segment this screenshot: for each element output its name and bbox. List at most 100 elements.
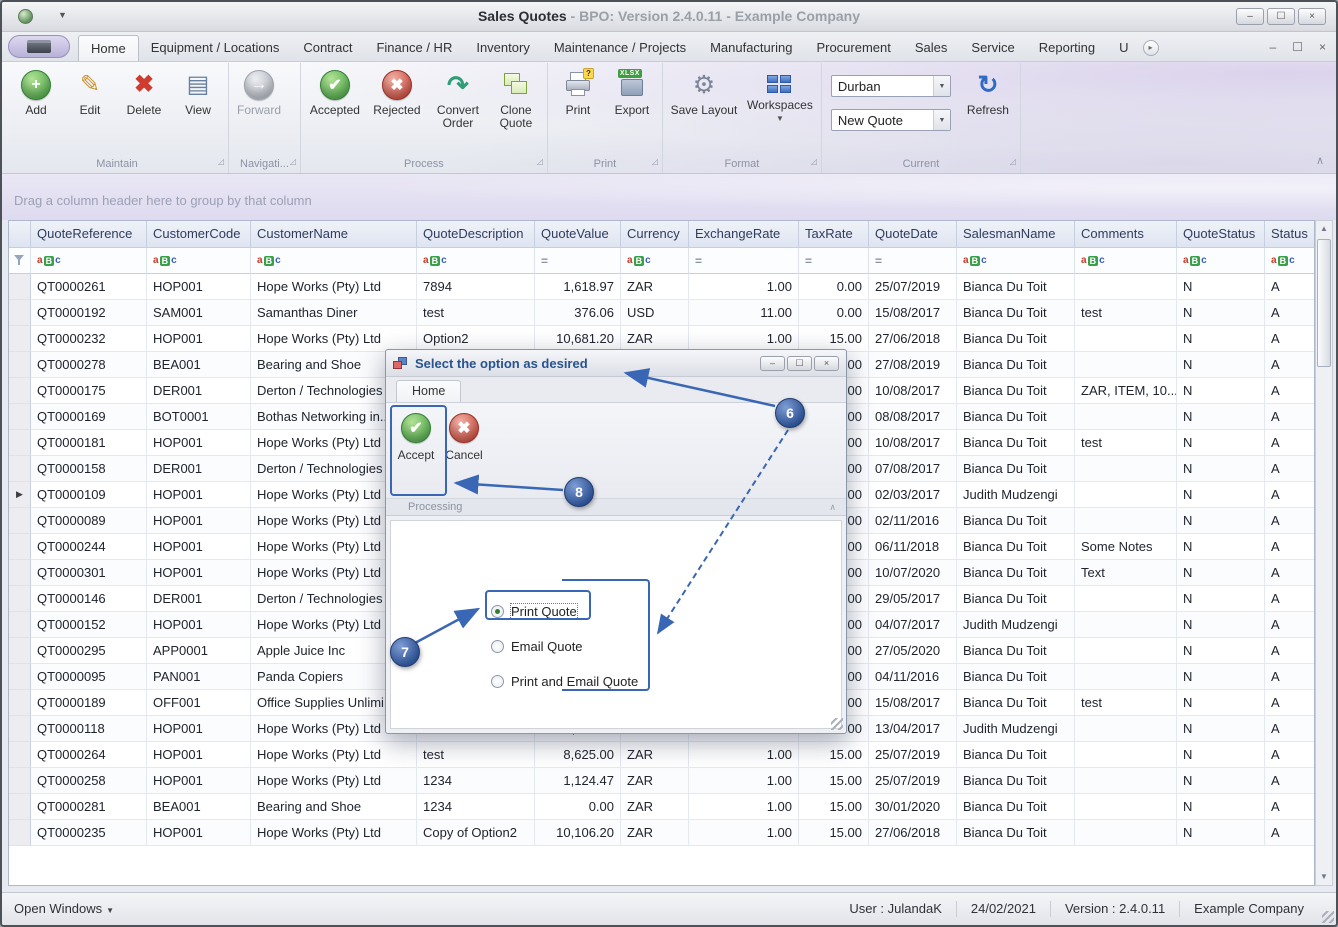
grid-cell[interactable]: QT0000189 — [31, 690, 147, 716]
grid-cell[interactable]: Bianca Du Toit — [957, 560, 1075, 586]
radio-option-print-quote[interactable]: Print Quote — [491, 602, 841, 620]
grid-cell[interactable]: ZAR — [621, 274, 689, 300]
grid-cell[interactable]: HOP001 — [147, 612, 251, 638]
tab-contract[interactable]: Contract — [291, 35, 364, 61]
delete-button[interactable]: ✖ Delete — [117, 65, 171, 149]
grid-cell[interactable]: Text — [1075, 560, 1177, 586]
filter-cell-customercode[interactable]: aBc — [147, 248, 251, 274]
application-menu-button[interactable] — [8, 35, 70, 58]
dialog-launcher-icon[interactable]: ◿ — [218, 154, 224, 170]
grid-cell[interactable] — [1075, 638, 1177, 664]
scroll-up-icon[interactable]: ▲ — [1316, 221, 1332, 237]
grid-cell[interactable]: 25/07/2019 — [869, 768, 957, 794]
grid-cell[interactable]: A — [1265, 508, 1314, 534]
filter-cell-comments[interactable]: aBc — [1075, 248, 1177, 274]
grid-cell[interactable]: A — [1265, 300, 1314, 326]
grid-cell[interactable]: A — [1265, 586, 1314, 612]
accept-button[interactable]: ✔ Accept — [392, 407, 440, 491]
grid-cell[interactable]: 8,625.00 — [535, 742, 621, 768]
table-row[interactable]: QT0000235 HOP001 Hope Works (Pty) Ltd Copy … — [9, 820, 1314, 846]
grid-cell[interactable] — [1075, 404, 1177, 430]
grid-cell[interactable]: 1234 — [417, 768, 535, 794]
grid-cell[interactable] — [1075, 326, 1177, 352]
collapse-icon[interactable]: ∧ — [829, 502, 836, 513]
grid-cell[interactable]: QT0000152 — [31, 612, 147, 638]
grid-cell[interactable]: HOP001 — [147, 430, 251, 456]
grid-cell[interactable]: A — [1265, 716, 1314, 742]
close-button[interactable]: × — [1298, 8, 1326, 25]
grid-cell[interactable]: Bianca Du Toit — [957, 274, 1075, 300]
grid-cell[interactable]: N — [1177, 482, 1265, 508]
grid-cell[interactable]: N — [1177, 768, 1265, 794]
workspaces-button[interactable]: Workspaces ▼ — [742, 65, 818, 149]
grid-cell[interactable]: 15/08/2017 — [869, 300, 957, 326]
grid-cell[interactable]: N — [1177, 430, 1265, 456]
column-header-taxrate[interactable]: TaxRate — [799, 221, 869, 248]
grid-cell[interactable]: BEA001 — [147, 352, 251, 378]
grid-cell[interactable]: Bianca Du Toit — [957, 326, 1075, 352]
filter-cell-exchangerate[interactable]: = — [689, 248, 799, 274]
grid-cell[interactable]: 04/11/2016 — [869, 664, 957, 690]
grid-cell[interactable]: Samanthas Diner — [251, 300, 417, 326]
grid-cell[interactable]: QT0000109 — [31, 482, 147, 508]
grid-group-panel[interactable]: Drag a column header here to group by th… — [2, 174, 1336, 220]
grid-cell[interactable]: HOP001 — [147, 326, 251, 352]
rejected-button[interactable]: ✖ Rejected — [366, 65, 428, 149]
grid-cell[interactable]: Judith Mudzengi — [957, 716, 1075, 742]
grid-cell[interactable]: Judith Mudzengi — [957, 482, 1075, 508]
grid-cell[interactable]: 0.00 — [535, 794, 621, 820]
grid-cell[interactable]: QT0000192 — [31, 300, 147, 326]
grid-cell[interactable]: 1,618.97 — [535, 274, 621, 300]
grid-cell[interactable]: HOP001 — [147, 716, 251, 742]
grid-cell[interactable]: N — [1177, 820, 1265, 846]
filter-cell-quotedate[interactable]: = — [869, 248, 957, 274]
grid-cell[interactable]: 30/01/2020 — [869, 794, 957, 820]
grid-cell[interactable]: QT0000118 — [31, 716, 147, 742]
open-windows-dropdown[interactable]: Open Windows ▼ — [14, 893, 114, 925]
grid-cell[interactable]: SAM001 — [147, 300, 251, 326]
chevron-down-icon[interactable]: ▼ — [932, 76, 950, 96]
child-close-button[interactable]: × — [1319, 40, 1326, 54]
refresh-button[interactable]: ↻ Refresh — [959, 65, 1017, 149]
grid-cell[interactable]: Hope Works (Pty) Ltd — [251, 742, 417, 768]
child-minimize-button[interactable]: – — [1270, 40, 1277, 54]
print-button[interactable]: ? Print — [551, 65, 605, 149]
grid-cell[interactable]: A — [1265, 742, 1314, 768]
filter-cell-quotevalue[interactable]: = — [535, 248, 621, 274]
grid-cell[interactable]: 7894 — [417, 274, 535, 300]
grid-cell[interactable]: A — [1265, 378, 1314, 404]
grid-cell[interactable]: 1.00 — [689, 820, 799, 846]
grid-cell[interactable] — [1075, 612, 1177, 638]
grid-cell[interactable]: N — [1177, 638, 1265, 664]
column-header-quotedescription[interactable]: QuoteDescription — [417, 221, 535, 248]
grid-cell[interactable]: 1.00 — [689, 274, 799, 300]
grid-cell[interactable]: 04/07/2017 — [869, 612, 957, 638]
accepted-button[interactable]: ✔ Accepted — [304, 65, 366, 149]
dialog-launcher-icon[interactable]: ◿ — [1010, 154, 1016, 170]
save-layout-button[interactable]: ⚙ Save Layout — [666, 65, 742, 149]
grid-cell[interactable]: USD — [621, 300, 689, 326]
filter-cell-currency[interactable]: aBc — [621, 248, 689, 274]
grid-cell[interactable]: HOP001 — [147, 508, 251, 534]
grid-cell[interactable]: N — [1177, 586, 1265, 612]
grid-cell[interactable]: N — [1177, 404, 1265, 430]
tab-finance-hr[interactable]: Finance / HR — [364, 35, 464, 61]
grid-cell[interactable]: N — [1177, 300, 1265, 326]
grid-cell[interactable] — [1075, 482, 1177, 508]
filter-cell-quotereference[interactable]: aBc — [31, 248, 147, 274]
grid-cell[interactable]: 29/05/2017 — [869, 586, 957, 612]
grid-cell[interactable]: N — [1177, 690, 1265, 716]
grid-cell[interactable]: 1.00 — [689, 742, 799, 768]
grid-cell[interactable]: 0.00 — [799, 300, 869, 326]
child-restore-button[interactable]: ☐ — [1292, 40, 1303, 54]
grid-cell[interactable]: 376.06 — [535, 300, 621, 326]
grid-cell[interactable]: 10,106.20 — [535, 820, 621, 846]
grid-cell[interactable]: HOP001 — [147, 742, 251, 768]
grid-cell[interactable] — [1075, 742, 1177, 768]
grid-cell[interactable]: test — [1075, 690, 1177, 716]
grid-cell[interactable]: ZAR — [621, 768, 689, 794]
grid-cell[interactable]: HOP001 — [147, 534, 251, 560]
grid-cell[interactable]: N — [1177, 794, 1265, 820]
grid-cell[interactable]: QT0000181 — [31, 430, 147, 456]
grid-cell[interactable] — [1075, 820, 1177, 846]
